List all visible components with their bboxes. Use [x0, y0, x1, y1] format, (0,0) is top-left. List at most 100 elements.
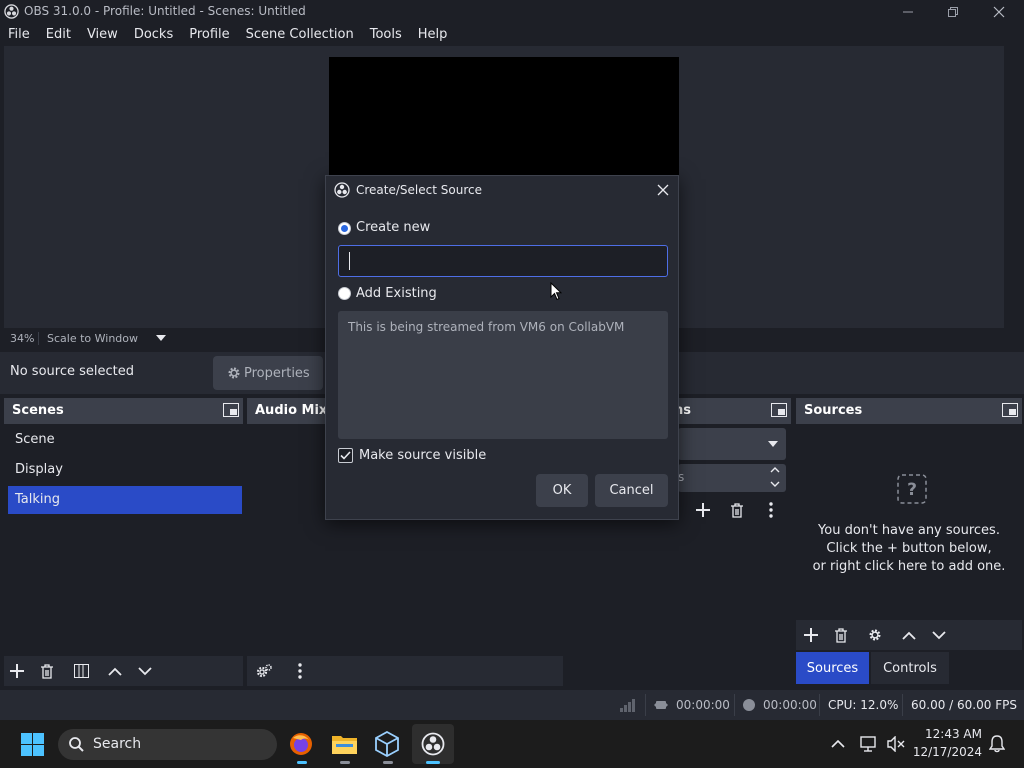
window-title: OBS 31.0.0 - Profile: Untitled - Scenes:… — [24, 4, 306, 18]
menu-file[interactable]: File — [0, 24, 38, 46]
menu-help[interactable]: Help — [410, 24, 456, 46]
search-placeholder: Search — [93, 736, 142, 752]
cpu-usage: CPU: 12.0% — [828, 698, 899, 712]
search-icon — [69, 737, 84, 752]
chevron-up-icon[interactable] — [770, 467, 780, 473]
audio-menu-button[interactable] — [287, 658, 313, 684]
add-existing-radio[interactable] — [338, 287, 351, 300]
filter-icon — [73, 664, 89, 678]
record-icon — [742, 698, 756, 712]
audio-settings-button[interactable] — [251, 658, 277, 684]
running-indicator — [383, 761, 393, 764]
source-list[interactable]: ? You don't have any sources. Click the … — [796, 424, 1022, 620]
scene-filters-button[interactable] — [68, 658, 94, 684]
add-transition-button[interactable] — [690, 497, 716, 523]
menu-profile[interactable]: Profile — [181, 24, 237, 46]
taskbar-search[interactable]: Search — [58, 729, 277, 760]
undock-icon[interactable] — [771, 403, 787, 417]
empty-line: Click the + button below, — [826, 541, 992, 556]
kebab-menu-icon — [298, 663, 302, 679]
add-scene-button[interactable] — [4, 658, 30, 684]
fps-readout: 60.00 / 60.00 FPS — [911, 698, 1017, 712]
chevron-down-icon — [138, 666, 152, 675]
stream-timer: 00:00:00 — [676, 698, 730, 712]
firefox-icon[interactable] — [289, 732, 313, 756]
minimize-icon — [903, 11, 913, 13]
chevron-up-icon[interactable] — [831, 740, 845, 748]
move-scene-up-button[interactable] — [102, 658, 128, 684]
scene-item-selected[interactable]: Talking — [8, 486, 242, 514]
source-name-input[interactable] — [338, 245, 668, 277]
gear-icon — [869, 629, 881, 641]
move-scene-down-button[interactable] — [132, 658, 158, 684]
zoom-divider — [38, 332, 39, 345]
chevron-up-icon — [902, 631, 916, 640]
scene-list[interactable]: Scene Display Talking — [4, 424, 243, 656]
remove-transition-button[interactable] — [724, 497, 750, 523]
remove-source-button[interactable] — [828, 622, 854, 648]
menu-docks[interactable]: Docks — [126, 24, 181, 46]
close-window-button[interactable] — [976, 0, 1022, 24]
windows-start-icon[interactable] — [21, 733, 44, 756]
scene-item[interactable]: Scene — [8, 426, 242, 454]
maximize-button[interactable] — [930, 0, 976, 24]
chevron-down-icon[interactable] — [156, 335, 166, 341]
plus-icon — [696, 503, 710, 517]
list-item[interactable]: This is being streamed from VM6 on Colla… — [348, 320, 624, 334]
trash-icon — [731, 502, 743, 518]
sources-header: Sources — [796, 398, 1022, 424]
text-caret — [349, 252, 350, 270]
obs-logo-icon — [334, 182, 350, 198]
empty-line: You don't have any sources. — [818, 523, 1000, 538]
minimize-button[interactable] — [885, 0, 931, 24]
kebab-menu-icon — [769, 502, 773, 518]
chevron-down-icon[interactable] — [770, 481, 780, 487]
obs-taskbar-button[interactable] — [412, 724, 454, 764]
remove-scene-button[interactable] — [34, 658, 60, 684]
add-source-button[interactable] — [798, 622, 824, 648]
make-visible-checkbox[interactable] — [338, 448, 353, 463]
move-source-down-button[interactable] — [926, 622, 952, 648]
stream-icon — [654, 699, 668, 711]
dock-tabs: Sources Controls — [796, 650, 1022, 686]
scene-item[interactable]: Display — [8, 456, 242, 484]
taskbar: Search 12:43 AM 12/17/2024 — [0, 720, 1024, 768]
signal-bars-icon — [620, 698, 636, 712]
scenes-dock: Scenes Scene Display Talking — [4, 398, 243, 686]
tab-sources[interactable]: Sources — [796, 652, 869, 684]
source-properties-button[interactable] — [862, 622, 888, 648]
move-source-up-button[interactable] — [896, 622, 922, 648]
dialog-close-icon[interactable] — [657, 184, 669, 196]
menu-bar: File Edit View Docks Profile Scene Colle… — [0, 24, 1024, 46]
clock-date[interactable]: 12/17/2024 — [910, 745, 982, 759]
empty-line: or right click here to add one. — [812, 559, 1006, 574]
notification-bell-icon[interactable] — [989, 735, 1005, 753]
ok-button[interactable]: OK — [536, 474, 588, 507]
scale-mode-select[interactable]: Scale to Window — [47, 332, 138, 345]
cancel-button[interactable]: Cancel — [595, 474, 668, 507]
clock-time[interactable]: 12:43 AM — [917, 727, 982, 741]
create-new-radio[interactable] — [338, 222, 351, 235]
sources-toolbar — [796, 620, 1022, 650]
undock-icon[interactable] — [223, 403, 239, 417]
tab-controls[interactable]: Controls — [871, 652, 949, 684]
muted-speaker-icon[interactable] — [887, 736, 905, 752]
menu-tools[interactable]: Tools — [362, 24, 410, 46]
undock-icon[interactable] — [1002, 403, 1018, 417]
network-icon[interactable] — [860, 736, 878, 752]
trash-icon — [835, 627, 847, 643]
menu-view[interactable]: View — [79, 24, 126, 46]
properties-label: Properties — [244, 365, 310, 381]
transition-menu-button[interactable] — [758, 497, 784, 523]
properties-button[interactable]: Properties — [213, 356, 323, 390]
mouse-cursor-icon — [550, 282, 562, 301]
transition-type-select[interactable] — [678, 428, 786, 460]
preview-canvas[interactable] — [329, 57, 679, 175]
file-explorer-icon[interactable] — [332, 733, 357, 754]
scenes-toolbar — [4, 656, 243, 686]
menu-scene-collection[interactable]: Scene Collection — [238, 24, 362, 46]
menu-edit[interactable]: Edit — [38, 24, 79, 46]
transition-duration-input[interactable]: s — [678, 464, 786, 492]
virtualbox-icon[interactable] — [375, 731, 399, 757]
existing-sources-list[interactable]: This is being streamed from VM6 on Colla… — [338, 311, 668, 439]
